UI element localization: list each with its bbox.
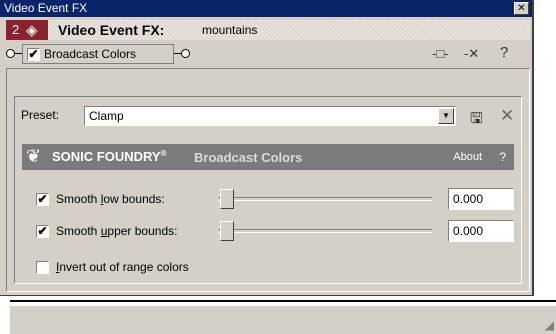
slider-thumb[interactable] [220,221,234,241]
splitter-divider[interactable] [10,300,556,302]
preset-dropdown[interactable]: Clamp ▼ [84,106,456,126]
resize-grip-icon[interactable]: ◢ [545,318,554,332]
insert-plugin-icon[interactable]: -□- [432,46,449,61]
plugin-chain-item[interactable]: ✔ Broadcast Colors [22,44,174,64]
lower-panel: ◢ [10,306,556,334]
save-preset-icon[interactable]: 🖫 [470,108,483,133]
smooth-upper-slider[interactable] [218,221,432,241]
preset-label: Preset: [21,108,60,122]
banner-help-link[interactable]: ? [499,150,506,164]
help-icon[interactable]: ? [500,44,508,61]
plugin-enable-checkbox[interactable]: ✔ [27,48,40,61]
sonic-foundry-logo-icon: ❦ [26,146,42,166]
slider-track [218,229,432,233]
slider-track [218,197,432,201]
chain-connector [14,53,22,54]
smooth-upper-checkbox[interactable]: ✔ [36,225,49,238]
smooth-low-checkbox[interactable]: ✔ [36,193,49,206]
preset-value: Clamp [89,109,124,123]
fx-header: 2 ◈ Video Event FX: mountains [6,20,530,40]
fx-chain-badge: 2 ◈ [6,20,48,40]
brand-name: SONIC FOUNDRY® [52,149,167,164]
slider-thumb[interactable] [220,189,234,209]
smooth-low-slider[interactable] [218,189,432,209]
smooth-low-label: Smooth low bounds: [56,192,165,206]
plugin-chain-label: Broadcast Colors [44,47,137,61]
smooth-low-value-input[interactable]: 0.000 [448,188,514,210]
fx-plugin-icon: ◈ [26,22,38,39]
fx-chain-count: 2 [12,22,20,37]
smooth-upper-value-input[interactable]: 0.000 [448,220,514,242]
about-link[interactable]: About [453,151,482,163]
window-title: Video Event FX [4,1,88,15]
fx-header-label: Video Event FX: [58,22,165,38]
close-button[interactable]: ✕ [514,2,529,15]
remove-plugin-icon[interactable]: -✕ [464,46,479,62]
fx-event-name: mountains [202,23,258,37]
plugin-banner: ❦ SONIC FOUNDRY® Broadcast Colors About … [22,144,514,170]
chevron-down-icon[interactable]: ▼ [438,108,454,124]
invert-checkbox[interactable] [36,261,49,274]
smooth-upper-label: Smooth upper bounds: [56,224,178,238]
chain-end-node [181,49,190,58]
plugin-chain: ✔ Broadcast Colors -□- -✕ ? [6,42,530,66]
plugin-title: Broadcast Colors [194,150,303,165]
delete-preset-icon[interactable]: ✕ [500,106,514,126]
invert-label: Invert out of range colors [56,260,189,274]
title-bar[interactable]: Video Event FX ✕ [0,0,532,17]
